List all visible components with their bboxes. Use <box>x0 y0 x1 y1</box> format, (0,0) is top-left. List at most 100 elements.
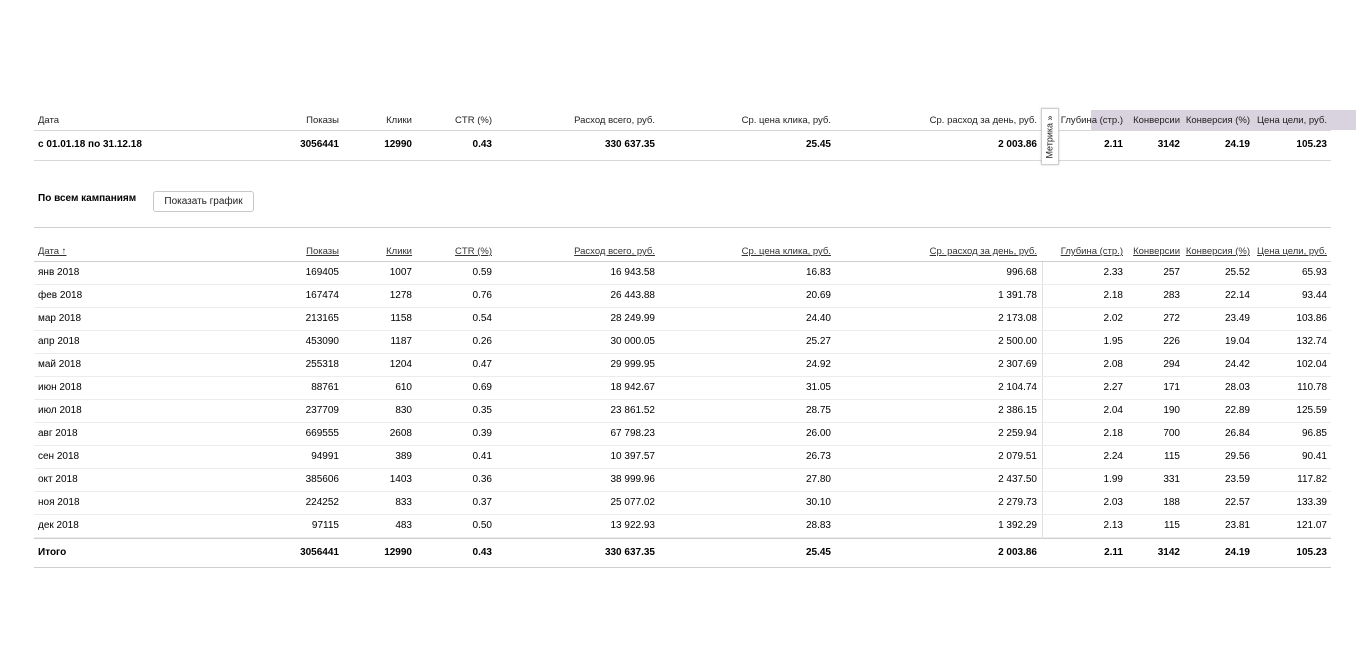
total-daily: 2 003.86 <box>998 547 1037 558</box>
cell-goal-price: 110.78 <box>1297 382 1327 393</box>
col-ctr: CTR (%) <box>455 115 492 126</box>
cell-spend: 16 943.58 <box>610 267 656 278</box>
cell-conversions: 115 <box>1164 520 1180 531</box>
cell-conversion-rate: 26.84 <box>1224 428 1250 439</box>
show-chart-button[interactable]: Показать график <box>153 191 254 212</box>
cell-goal-price: 121.07 <box>1296 520 1327 531</box>
cell-spend: 13 922.93 <box>610 520 656 531</box>
table-row: дек 2018 97115 483 0.50 13 922.93 28.83 1 392.… <box>34 515 1331 538</box>
summary-clicks: 12990 <box>384 139 412 150</box>
cell-conversions: 272 <box>1163 313 1180 324</box>
cell-cpc: 27.80 <box>805 474 831 485</box>
cell-goal-price: 96.85 <box>1301 428 1327 439</box>
table-row: мар 2018 213165 1158 0.54 28 249.99 24.40 2 17… <box>34 308 1331 331</box>
summary-row: с 01.01.18 по 31.12.18 3056441 12990 0.4… <box>34 130 1331 161</box>
cell-depth: 2.18 <box>1103 290 1123 301</box>
sort-col-shows[interactable]: Показы <box>306 246 339 257</box>
sort-col-depth[interactable]: Глубина (стр.) <box>1061 246 1123 257</box>
cell-date: май 2018 <box>38 359 82 370</box>
summary-ctr: 0.43 <box>472 139 492 150</box>
cell-clicks: 1403 <box>389 474 412 485</box>
cell-shows: 213165 <box>305 313 339 324</box>
cell-ctr: 0.76 <box>472 290 492 301</box>
total-goal-price: 105.23 <box>1296 547 1327 558</box>
cell-conversion-rate: 22.57 <box>1224 497 1250 508</box>
cell-depth: 2.18 <box>1103 428 1123 439</box>
cell-clicks: 389 <box>395 451 412 462</box>
total-depth: 2.11 <box>1104 547 1123 558</box>
cell-depth: 1.95 <box>1103 336 1123 347</box>
cell-daily: 1 392.29 <box>998 520 1037 531</box>
summary-spend: 330 637.35 <box>604 139 655 150</box>
cell-conversions: 115 <box>1164 451 1180 462</box>
cell-date: июл 2018 <box>38 405 82 416</box>
cell-cpc: 20.69 <box>805 290 831 301</box>
cell-ctr: 0.36 <box>472 474 492 485</box>
cell-spend: 23 861.52 <box>610 405 656 416</box>
cell-goal-price: 133.39 <box>1296 497 1327 508</box>
sort-col-cpc[interactable]: Ср. цена клика, руб. <box>742 246 831 257</box>
cell-conversion-rate: 23.81 <box>1224 520 1250 531</box>
cell-shows: 97115 <box>311 520 339 531</box>
cell-spend: 28 249.99 <box>610 313 656 324</box>
cell-cpc: 16.83 <box>805 267 831 278</box>
summary-table: Дата Показы Клики CTR (%) Расход всего, … <box>34 110 1356 161</box>
cell-spend: 67 798.23 <box>610 428 656 439</box>
cell-daily: 2 386.15 <box>998 405 1037 416</box>
cell-ctr: 0.69 <box>472 382 492 393</box>
col-depth: Глубина (стр.) <box>1060 115 1123 126</box>
cell-shows: 94991 <box>311 451 339 462</box>
summary-conversion-rate: 24.19 <box>1224 139 1250 150</box>
cell-cpc: 31.05 <box>805 382 831 393</box>
sort-col-goal-price[interactable]: Цена цели, руб. <box>1257 246 1327 257</box>
total-clicks: 12990 <box>384 547 412 558</box>
table-row: сен 2018 94991 389 0.41 10 397.57 26.73 2 079.… <box>34 446 1331 469</box>
cell-depth: 1.99 <box>1103 474 1123 485</box>
campaign-bar: По всем кампаниям Показать график <box>38 191 254 212</box>
sort-col-ctr[interactable]: CTR (%) <box>455 246 492 257</box>
sort-col-spend[interactable]: Расход всего, руб. <box>574 246 655 257</box>
col-clicks: Клики <box>386 115 412 126</box>
cell-daily: 2 104.74 <box>998 382 1037 393</box>
sort-col-clicks[interactable]: Клики <box>386 246 412 257</box>
sort-col-conversions[interactable]: Конверсии <box>1133 246 1180 257</box>
cell-ctr: 0.35 <box>472 405 492 416</box>
cell-clicks: 1158 <box>390 313 412 324</box>
table-row: июн 2018 88761 610 0.69 18 942.67 31.05 2 104.… <box>34 377 1331 400</box>
cell-cpc: 26.73 <box>805 451 831 462</box>
cell-ctr: 0.39 <box>472 428 492 439</box>
sort-col-daily[interactable]: Ср. расход за день, руб. <box>930 246 1037 257</box>
summary-cpc: 25.45 <box>805 139 831 150</box>
cell-conversions: 700 <box>1163 428 1180 439</box>
sort-col-date[interactable]: Дата ↑ <box>38 246 66 257</box>
cell-cpc: 30.10 <box>805 497 831 508</box>
cell-cpc: 24.92 <box>805 359 831 370</box>
cell-goal-price: 117.82 <box>1297 474 1327 485</box>
cell-conversion-rate: 24.42 <box>1224 359 1250 370</box>
cell-conversions: 294 <box>1163 359 1180 370</box>
table-row: авг 2018 669555 2608 0.39 67 798.23 26.00 2 25… <box>34 423 1331 446</box>
cell-goal-price: 103.86 <box>1296 313 1327 324</box>
metrika-toggle-tab[interactable]: Метрика » <box>1041 108 1059 165</box>
cell-depth: 2.03 <box>1103 497 1123 508</box>
cell-daily: 2 437.50 <box>998 474 1037 485</box>
sort-col-conversion-rate[interactable]: Конверсия (%) <box>1186 246 1250 257</box>
cell-conversion-rate: 23.49 <box>1224 313 1250 324</box>
cell-cpc: 25.27 <box>805 336 831 347</box>
cell-conversions: 226 <box>1163 336 1180 347</box>
table-row: май 2018 255318 1204 0.47 29 999.95 24.92 2 30… <box>34 354 1331 377</box>
cell-spend: 10 397.57 <box>610 451 656 462</box>
cell-goal-price: 125.59 <box>1296 405 1327 416</box>
cell-conversion-rate: 22.14 <box>1224 290 1250 301</box>
cell-ctr: 0.37 <box>472 497 492 508</box>
total-cpc: 25.45 <box>805 547 831 558</box>
cell-spend: 38 999.96 <box>610 474 656 485</box>
cell-spend: 25 077.02 <box>610 497 656 508</box>
cell-ctr: 0.26 <box>472 336 492 347</box>
cell-shows: 237709 <box>305 405 339 416</box>
cell-clicks: 833 <box>395 497 412 508</box>
cell-cpc: 28.75 <box>805 405 831 416</box>
cell-depth: 2.24 <box>1103 451 1123 462</box>
table-row: ноя 2018 224252 833 0.37 25 077.02 30.10 2 279… <box>34 492 1331 515</box>
cell-date: окт 2018 <box>38 474 78 485</box>
